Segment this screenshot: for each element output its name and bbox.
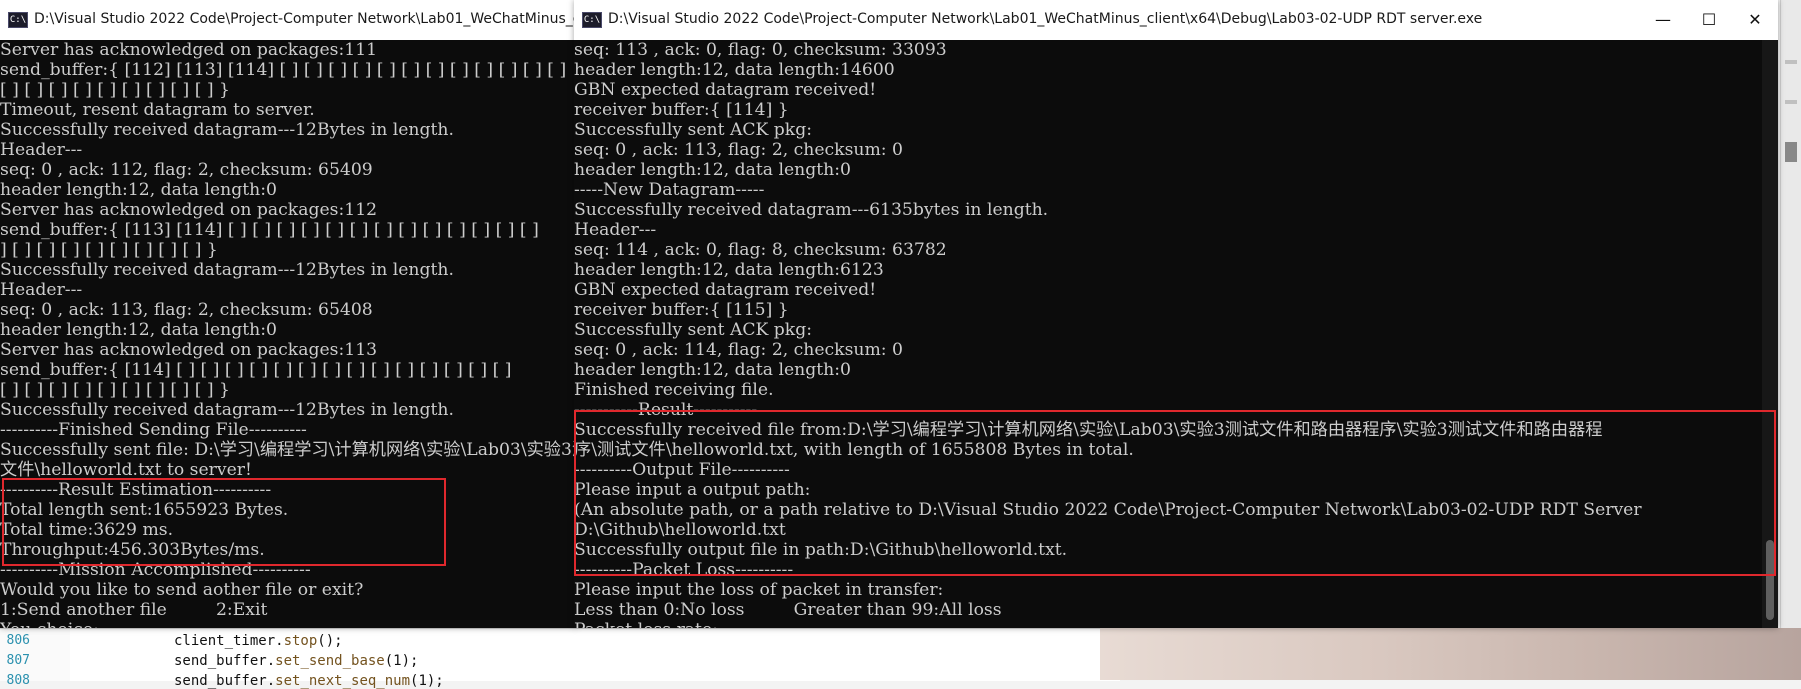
server-window-title: D:\Visual Studio 2022 Code\Project-Compu… xyxy=(608,11,1483,27)
console-line: Finished receiving file. xyxy=(574,380,774,400)
console-line: seq: 0 , ack: 113, flag: 2, checksum: 65… xyxy=(0,300,373,320)
client-window-title: D:\Visual Studio 2022 Code\Project-Compu… xyxy=(34,11,576,27)
console-line: Successfully received datagram---12Bytes… xyxy=(0,120,454,140)
console-line: GBN expected datagram received! xyxy=(574,280,877,300)
console-line: [ ] [ ] [ ] [ ] [ ] [ ] [ ] [ ] [ ] } xyxy=(0,80,230,100)
code-token: (1); xyxy=(410,673,444,689)
console-line: Header--- xyxy=(0,280,83,300)
console-line: Total length sent:1655923 Bytes. xyxy=(0,500,289,520)
server-console-output[interactable]: seq: 113 , ack: 0, flag: 0, checksum: 33… xyxy=(574,40,1762,628)
console-line: Successfully sent ACK pkg: xyxy=(574,120,813,140)
console-line: Would you like to send aother file or ex… xyxy=(0,580,364,600)
console-line: ----------Finished Sending File---------… xyxy=(0,420,307,440)
client-console-output[interactable]: Server has acknowledged on packages:111 s… xyxy=(0,40,576,628)
minimize-button[interactable]: — xyxy=(1640,0,1686,40)
background-wallpaper xyxy=(1100,628,1801,680)
console-line: Timeout, resent datagram to server. xyxy=(0,100,315,120)
console-line: seq: 0 , ack: 113, flag: 2, checksum: 0 xyxy=(574,140,903,160)
console-line: header length:12, data length:0 xyxy=(0,180,277,200)
console-line: Header--- xyxy=(574,220,657,240)
console-app-icon: C:\ xyxy=(582,12,602,28)
console-line: Successfully output file in path:D:\Gith… xyxy=(574,540,1068,560)
server-console-window[interactable]: C:\ D:\Visual Studio 2022 Code\Project-C… xyxy=(574,0,1778,628)
console-line: (An absolute path, or a path relative to… xyxy=(574,500,1642,520)
console-line: -----------Result----------- xyxy=(574,400,758,420)
editor-code-line: send_buffer.set_send_base(1); xyxy=(174,653,418,669)
console-app-icon: C:\ xyxy=(8,12,28,28)
server-scrollbar[interactable] xyxy=(1762,40,1778,628)
console-line: header length:12, data length:0 xyxy=(0,320,277,340)
console-line: ----------Result Estimation---------- xyxy=(0,480,272,500)
console-line: seq: 0 , ack: 112, flag: 2, checksum: 65… xyxy=(0,160,373,180)
console-line: Please input the loss of packet in trans… xyxy=(574,580,944,600)
console-line: Successfully received file from:D:\学习\编程… xyxy=(574,420,1603,440)
editor-code-line: send_buffer.set_next_seq_num(1); xyxy=(174,673,444,689)
code-editor-background: 806 client_timer.stop(); 807 send_buffer.se… xyxy=(0,628,1120,689)
server-titlebar[interactable]: C:\ D:\Visual Studio 2022 Code\Project-C… xyxy=(574,0,1778,40)
console-line: Server has acknowledged on packages:113 xyxy=(0,340,378,360)
scrollbar-thumb[interactable] xyxy=(1766,540,1774,620)
console-line: Less than 0:No loss Greater than 99:All … xyxy=(574,600,1002,620)
console-line: Throughput:456.303Bytes/ms. xyxy=(0,540,265,560)
code-token: set_next_seq_num xyxy=(275,673,411,689)
code-token: set_send_base xyxy=(275,653,385,669)
console-line: Please input a output path: xyxy=(574,480,811,500)
scroll-marker xyxy=(1785,60,1797,64)
console-line: [ ] [ ] [ ] [ ] [ ] [ ] [ ] [ ] [ ] } xyxy=(0,380,230,400)
close-button[interactable]: ✕ xyxy=(1732,0,1778,40)
code-token: send_buffer. xyxy=(174,673,276,689)
editor-line-number: 807 xyxy=(6,653,30,668)
scroll-marker xyxy=(1785,142,1797,162)
editor-code-line: client_timer.stop(); xyxy=(174,633,343,649)
console-line: receiver buffer:{ [115] } xyxy=(574,300,789,320)
console-line: ----------Packet Loss---------- xyxy=(574,560,794,580)
console-line: You choice: xyxy=(0,620,576,628)
console-line: ] [ ] [ ] [ ] [ ] [ ] [ ] [ ] [ ] } xyxy=(0,240,218,260)
console-line: ----------Output File---------- xyxy=(574,460,790,480)
console-line: send_buffer:{ [112] [113] [114] [ ] [ ] … xyxy=(0,60,567,80)
console-line: 文件\helloworld.txt to server! xyxy=(0,460,252,480)
client-titlebar[interactable]: C:\ D:\Visual Studio 2022 Code\Project-C… xyxy=(0,0,576,40)
console-line: Server has acknowledged on packages:111 xyxy=(0,40,378,60)
console-line: Successfully sent file: D:\学习\编程学习\计算机网络… xyxy=(0,440,576,460)
console-line: Successfully received datagram---12Bytes… xyxy=(0,260,454,280)
console-line: Header--- xyxy=(0,140,83,160)
editor-line-number: 808 xyxy=(6,673,30,688)
maximize-button[interactable]: ☐ xyxy=(1686,0,1732,40)
code-token: client_timer. xyxy=(174,633,284,649)
console-line: Successfully received datagram---6135byt… xyxy=(574,200,1049,220)
console-line: GBN expected datagram received! xyxy=(574,80,877,100)
editor-line-number: 806 xyxy=(6,633,30,648)
console-line: Total time:3629 ms. xyxy=(0,520,174,540)
console-line: 序\测试文件\helloworld.txt, with length of 16… xyxy=(574,440,1134,460)
background-scrollbar xyxy=(1780,0,1801,628)
console-line: D:\Github\helloworld.txt xyxy=(574,520,786,540)
console-line: header length:12, data length:14600 xyxy=(574,60,895,80)
console-line: header length:12, data length:0 xyxy=(574,360,851,380)
console-line: receiver buffer:{ [114] } xyxy=(574,100,789,120)
code-token: (1); xyxy=(384,653,419,669)
console-line: Successfully received datagram---12Bytes… xyxy=(0,400,454,420)
console-line: ----------Mission Accomplished---------- xyxy=(0,560,311,580)
console-line: Packet loss rate: xyxy=(574,620,1762,628)
console-line: header length:12, data length:6123 xyxy=(574,260,884,280)
console-line: seq: 114 , ack: 0, flag: 8, checksum: 63… xyxy=(574,240,947,260)
code-token: send_buffer. xyxy=(174,653,276,669)
code-token: stop xyxy=(283,633,318,649)
console-line: 1:Send another file 2:Exit xyxy=(0,600,268,620)
console-line: seq: 113 , ack: 0, flag: 0, checksum: 33… xyxy=(574,40,947,60)
console-line: seq: 0 , ack: 114, flag: 2, checksum: 0 xyxy=(574,340,903,360)
code-token: (); xyxy=(317,633,343,649)
console-line: Server has acknowledged on packages:112 xyxy=(0,200,378,220)
client-console-window[interactable]: C:\ D:\Visual Studio 2022 Code\Project-C… xyxy=(0,0,576,628)
console-line: Successfully sent ACK pkg: xyxy=(574,320,813,340)
console-line: send_buffer:{ [113] [114] [ ] [ ] [ ] [ … xyxy=(0,220,539,240)
console-line: send_buffer:{ [114] [ ] [ ] [ ] [ ] [ ] … xyxy=(0,360,512,380)
scroll-marker xyxy=(1785,100,1797,104)
console-line: -----New Datagram----- xyxy=(574,180,765,200)
console-line: header length:12, data length:0 xyxy=(574,160,851,180)
